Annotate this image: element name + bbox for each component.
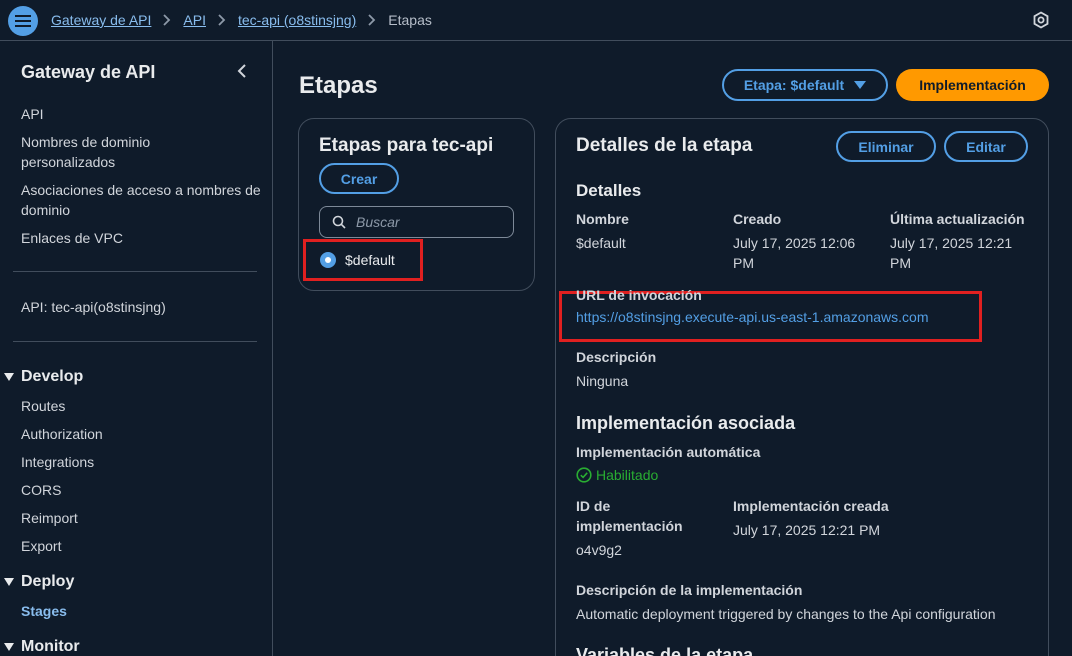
section-label: Deploy xyxy=(21,573,75,590)
stage-select[interactable]: Etapa: $default xyxy=(722,69,888,101)
sidebar-item-vpc-links[interactable]: Enlaces de VPC xyxy=(21,228,261,248)
sidebar-divider xyxy=(13,341,257,342)
sidebar-item-authorization[interactable]: Authorization xyxy=(21,424,261,444)
sidebar-item-reimport[interactable]: Reimport xyxy=(21,508,261,528)
auto-deploy-status: Habilitado xyxy=(576,467,658,483)
caret-down-icon xyxy=(854,81,867,89)
auto-deploy-value: Habilitado xyxy=(596,467,659,483)
stage-details-title: Detalles de la etapa xyxy=(576,135,753,156)
page-title: Etapas xyxy=(299,72,378,99)
stage-details-panel: Detalles de la etapa Eliminar Editar Det… xyxy=(555,118,1049,656)
chevron-left-icon[interactable] xyxy=(234,63,250,79)
deployment-section-title: Implementación asociada xyxy=(576,413,796,433)
created-label: Creado xyxy=(733,211,782,227)
stage-select-label: Etapa: $default xyxy=(743,77,845,93)
deployment-description-label: Descripción de la implementación xyxy=(576,582,803,598)
sidebar: Gateway de API API Nombres de dominio pe… xyxy=(0,41,273,656)
stages-panel: Etapas para tec-api Crear $default xyxy=(298,118,535,291)
caret-down-icon xyxy=(4,578,14,586)
section-label: Monitor xyxy=(21,638,80,655)
stages-panel-title: Etapas para tec-api xyxy=(319,135,494,156)
breadcrumb-api[interactable]: API xyxy=(183,12,206,28)
sidebar-item-custom-domains[interactable]: Nombres de dominio personalizados xyxy=(21,132,201,172)
search-icon xyxy=(332,215,346,229)
menu-button[interactable] xyxy=(8,6,38,36)
sidebar-item-cors[interactable]: CORS xyxy=(21,480,261,500)
description-value: Ninguna xyxy=(576,373,629,389)
sidebar-item-integrations[interactable]: Integrations xyxy=(21,452,261,472)
sidebar-section-monitor[interactable]: Monitor xyxy=(4,638,80,656)
updated-value: July 17, 2025 12:21 PM xyxy=(890,235,1013,271)
sidebar-item-stages[interactable]: Stages xyxy=(21,601,261,621)
breadcrumb-current: Etapas xyxy=(388,12,432,28)
deployment-id-value: o4v9g2 xyxy=(576,542,622,558)
delete-button[interactable]: Eliminar xyxy=(836,131,936,162)
breadcrumb-tec-api[interactable]: tec-api (o8stinsjng) xyxy=(238,12,356,28)
stage-option-default[interactable]: $default xyxy=(303,239,423,281)
invoke-url-link[interactable]: https://o8stinsjng.execute-api.us-east-1… xyxy=(576,309,929,325)
stage-option-label: $default xyxy=(345,252,395,268)
radio-selected-icon[interactable] xyxy=(320,252,336,268)
edit-button[interactable]: Editar xyxy=(944,131,1028,162)
deployment-created-label: Implementación creada xyxy=(733,498,889,514)
sidebar-section-deploy[interactable]: Deploy xyxy=(4,573,74,591)
sidebar-item-api[interactable]: API xyxy=(21,104,261,124)
deployment-id-label: ID de implementación xyxy=(576,498,683,534)
deployment-description-value: Automatic deployment triggered by change… xyxy=(576,606,996,622)
updated-label: Última actualización xyxy=(890,211,1025,227)
sidebar-section-develop[interactable]: Develop xyxy=(4,368,83,386)
search-field[interactable] xyxy=(319,206,514,238)
sidebar-item-routes[interactable]: Routes xyxy=(21,396,261,416)
auto-deploy-label: Implementación automática xyxy=(576,444,761,460)
caret-down-icon xyxy=(4,643,14,651)
sidebar-item-domain-access[interactable]: Asociaciones de acceso a nombres de domi… xyxy=(21,180,261,220)
stage-variables-title: Variables de la etapa xyxy=(576,645,754,656)
sidebar-title: Gateway de API xyxy=(21,62,156,82)
name-label: Nombre xyxy=(576,211,629,227)
hamburger-icon xyxy=(15,15,31,27)
deploy-button[interactable]: Implementación xyxy=(896,69,1049,101)
create-stage-button[interactable]: Crear xyxy=(319,163,399,194)
deployment-created-value: July 17, 2025 12:21 PM xyxy=(733,522,881,538)
invoke-url-label: URL de invocación xyxy=(576,287,702,303)
chevron-right-icon xyxy=(368,14,376,26)
breadcrumb: Gateway de API API tec-api (o8stinsjng) … xyxy=(51,12,432,28)
check-circle-icon xyxy=(576,467,592,483)
sidebar-item-export[interactable]: Export xyxy=(21,536,261,556)
sidebar-api-label: API: tec-api(o8stinsjng) xyxy=(21,299,166,315)
name-value: $default xyxy=(576,235,626,251)
search-input[interactable] xyxy=(356,214,506,230)
chevron-right-icon xyxy=(218,14,226,26)
breadcrumb-gateway[interactable]: Gateway de API xyxy=(51,12,151,28)
top-navigation: Gateway de API API tec-api (o8stinsjng) … xyxy=(0,0,1072,41)
created-value: July 17, 2025 12:06 PM xyxy=(733,235,856,271)
sidebar-divider xyxy=(13,271,257,272)
description-label: Descripción xyxy=(576,349,657,365)
settings-icon[interactable] xyxy=(1032,11,1050,29)
section-label: Develop xyxy=(21,368,84,385)
chevron-right-icon xyxy=(163,14,171,26)
details-section-title: Detalles xyxy=(576,181,642,200)
caret-down-icon xyxy=(4,373,14,381)
